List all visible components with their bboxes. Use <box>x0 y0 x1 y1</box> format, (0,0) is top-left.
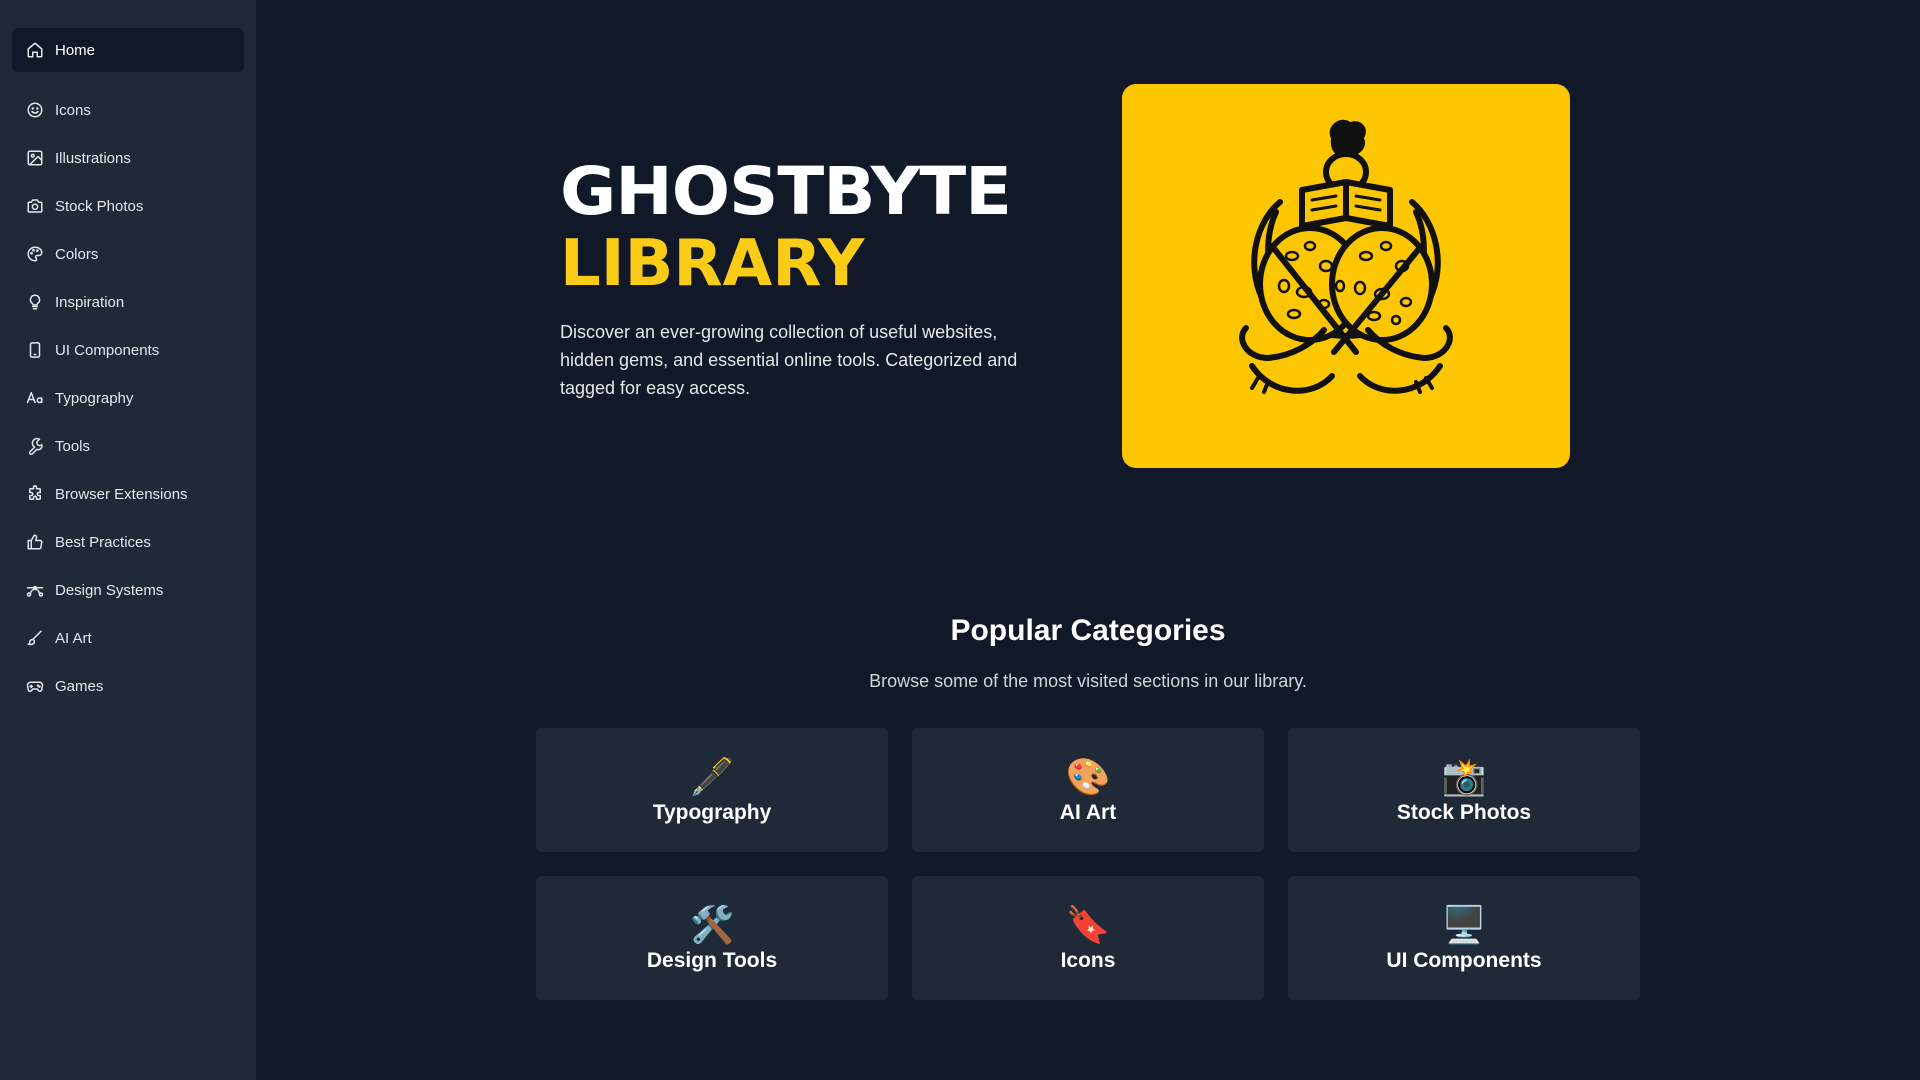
hero-title: GHOSTBYTE <box>560 153 1012 230</box>
sidebar-item-label: Inspiration <box>55 293 125 311</box>
smiley-icon <box>26 101 44 119</box>
hero-illustration <box>1122 84 1570 468</box>
category-label: Stock Photos <box>1396 801 1532 824</box>
thumbs-up-icon <box>26 533 44 551</box>
sidebar-item-browser-extensions[interactable]: Browser Extensions <box>12 472 244 516</box>
sidebar-item-label: AI Art <box>55 629 92 647</box>
category-label: Typography <box>652 801 772 824</box>
hero-text: GHOSTBYTE LIBRARY Discover an ever-growi… <box>560 156 1080 402</box>
categories-grid: 🖋️ Typography 🎨 AI Art 📸 Stock Photos 🛠️… <box>536 728 1640 1000</box>
sidebar-item-typography[interactable]: Typography <box>12 376 244 420</box>
sidebar-item-design-systems[interactable]: Design Systems <box>12 568 244 612</box>
monitor-icon: 🖥️ <box>1441 904 1487 945</box>
sidebar-item-label: Typography <box>55 389 134 407</box>
hero-subtitle: LIBRARY <box>560 227 865 301</box>
sidebar-item-label: Tools <box>55 437 91 455</box>
lightbulb-icon <box>26 293 44 311</box>
image-icon <box>26 149 44 167</box>
sidebar-item-home[interactable]: Home <box>12 28 244 72</box>
category-card-design-tools[interactable]: 🛠️ Design Tools <box>536 876 888 1000</box>
home-icon <box>26 41 44 59</box>
hero-description: Discover an ever-growing collection of u… <box>560 322 1018 398</box>
sidebar-item-label: Best Practices <box>55 533 151 551</box>
bezier-icon <box>26 581 44 599</box>
category-card-stock-photos[interactable]: 📸 Stock Photos <box>1288 728 1640 852</box>
category-label: Icons <box>1060 949 1116 972</box>
sidebar-item-label: Stock Photos <box>55 197 144 215</box>
sidebar-item-label: Home <box>55 41 96 59</box>
category-card-icons[interactable]: 🔖 Icons <box>912 876 1264 1000</box>
sidebar-item-label: Design Systems <box>55 581 164 599</box>
text-icon <box>26 389 44 407</box>
sidebar-item-label: Colors <box>55 245 99 263</box>
sidebar-item-label: Browser Extensions <box>55 485 188 503</box>
categories-subtitle: Browse some of the most visited sections… <box>869 671 1307 691</box>
sidebar-item-label: Illustrations <box>55 149 131 167</box>
palette-emoji-icon: 🎨 <box>1065 756 1111 797</box>
category-card-ui-components[interactable]: 🖥️ UI Components <box>1288 876 1640 1000</box>
wrench-icon <box>26 437 44 455</box>
category-label: AI Art <box>1059 801 1117 824</box>
sidebar-item-colors[interactable]: Colors <box>12 232 244 276</box>
palette-icon <box>26 245 44 263</box>
sidebar-item-inspiration[interactable]: Inspiration <box>12 280 244 324</box>
gamepad-icon <box>26 677 44 695</box>
sidebar-item-games[interactable]: Games <box>12 664 244 708</box>
brush-icon <box>26 629 44 647</box>
category-label: Design Tools <box>646 949 778 972</box>
hammer-wrench-icon: 🛠️ <box>689 904 735 945</box>
sidebar-item-label: Icons <box>55 101 91 119</box>
category-card-typography[interactable]: 🖋️ Typography <box>536 728 888 852</box>
phone-icon <box>26 341 44 359</box>
sidebar-item-icons[interactable]: Icons <box>12 88 244 132</box>
sidebar-item-label: Games <box>55 677 104 695</box>
bookmark-icon: 🔖 <box>1065 904 1111 945</box>
category-card-ai-art[interactable]: 🎨 AI Art <box>912 728 1264 852</box>
sidebar-item-illustrations[interactable]: Illustrations <box>12 136 244 180</box>
sidebar-item-stock-photos[interactable]: Stock Photos <box>12 184 244 228</box>
camera-icon <box>26 197 44 215</box>
sidebar-item-tools[interactable]: Tools <box>12 424 244 468</box>
pen-icon: 🖋️ <box>689 756 735 797</box>
main-content: GHOSTBYTE LIBRARY Discover an ever-growi… <box>256 0 1920 1080</box>
sidebar-item-ui-components[interactable]: UI Components <box>12 328 244 372</box>
sidebar-item-label: UI Components <box>55 341 160 359</box>
sidebar-item-ai-art[interactable]: AI Art <box>12 616 244 660</box>
sidebar: Home Icons Illustrations Stock Photos Co… <box>0 0 256 1080</box>
categories-title: Popular Categories <box>950 614 1226 647</box>
camera-flash-icon: 📸 <box>1441 756 1487 797</box>
sidebar-item-best-practices[interactable]: Best Practices <box>12 520 244 564</box>
category-label: UI Components <box>1386 949 1542 972</box>
puzzle-icon <box>26 485 44 503</box>
